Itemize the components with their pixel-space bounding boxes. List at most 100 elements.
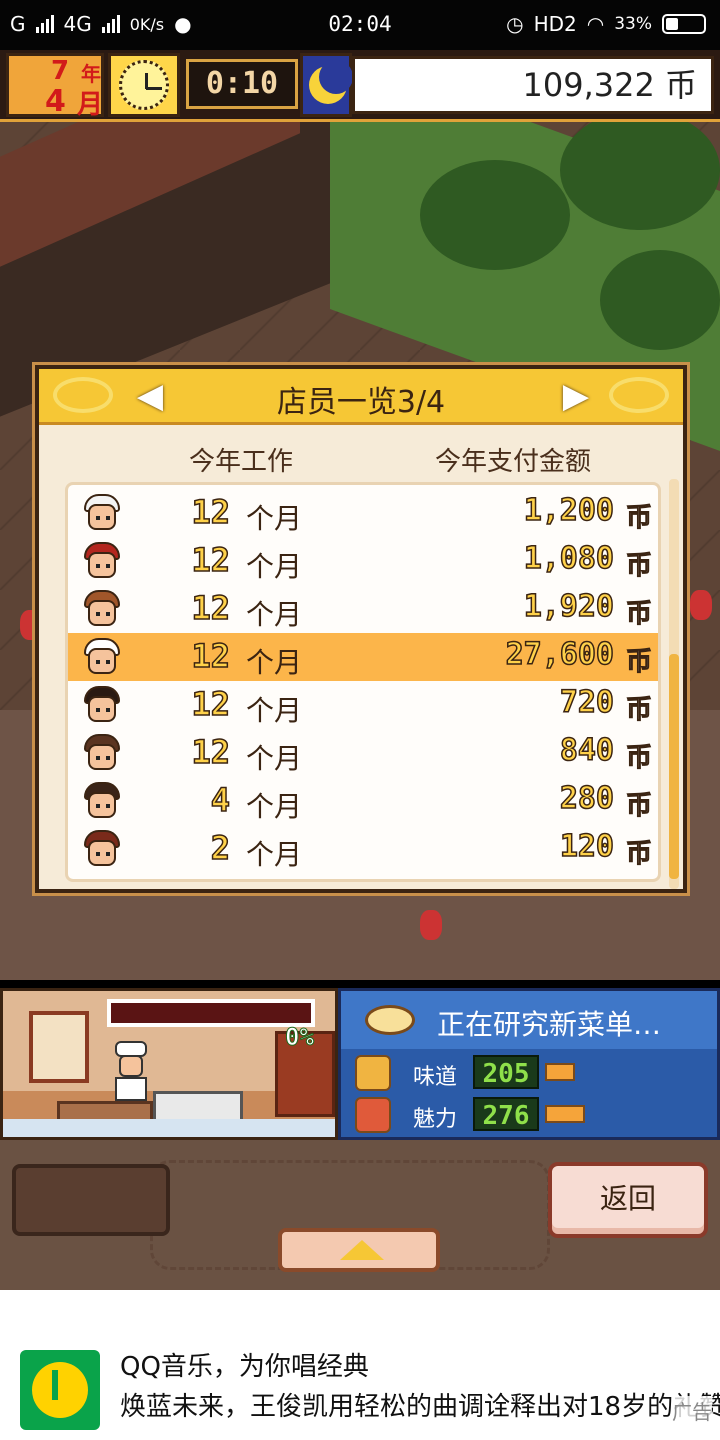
months-unit: 个月 bbox=[246, 694, 303, 727]
ad-title[interactable]: QQ音乐，为你唱经典 bbox=[120, 1346, 369, 1383]
staff-avatar bbox=[82, 732, 122, 774]
pay-amount: 1,080 bbox=[523, 540, 615, 577]
next-page-arrow-icon[interactable]: ▶ bbox=[561, 377, 591, 415]
column-header-pay: 今年支付金额 bbox=[435, 447, 592, 477]
research-panel[interactable]: 正在研究新菜单… 味道 205 魅力 276 bbox=[338, 988, 720, 1140]
status-bar: G 4G 0K/s ● 02:04 ◷ HD2 ◠ 33% bbox=[0, 0, 720, 50]
clock-icon[interactable] bbox=[108, 53, 180, 117]
research-title: 正在研究新菜单… bbox=[437, 1008, 662, 1041]
qq-music-logo-icon[interactable] bbox=[20, 1350, 100, 1430]
kitchen-view[interactable]: 0% bbox=[0, 988, 338, 1140]
arrow-up-icon bbox=[340, 1240, 384, 1260]
pay-amount: 120 bbox=[559, 828, 615, 865]
taste-stat: 味道 205 bbox=[349, 1053, 717, 1095]
research-progress-bar bbox=[107, 999, 315, 1027]
battery-percent: 33% bbox=[614, 14, 652, 34]
currency-unit: 币 bbox=[625, 743, 652, 774]
work-months: 12 bbox=[191, 684, 231, 724]
staff-row[interactable]: 12 个月 1,200 币 bbox=[68, 489, 658, 537]
charm-label: 魅力 bbox=[413, 1107, 458, 1132]
month-number: 4 bbox=[45, 84, 66, 119]
work-months: 12 bbox=[191, 636, 231, 676]
currency-unit: 币 bbox=[625, 647, 652, 678]
charm-stat: 魅力 276 bbox=[349, 1095, 717, 1137]
expand-up-button[interactable] bbox=[278, 1228, 440, 1272]
work-months: 2 bbox=[210, 828, 231, 868]
months-unit: 个月 bbox=[246, 742, 303, 775]
tree-icon bbox=[420, 160, 570, 270]
pay-amount: 1,920 bbox=[523, 588, 615, 625]
month-unit: 月 bbox=[77, 90, 104, 120]
ad-banner[interactable]: QQ音乐，为你唱经典 焕蓝未来，王俊凯用轻松的曲调诠释出对18岁的礼赞 广告 bbox=[0, 1290, 720, 1440]
charm-icon bbox=[355, 1097, 391, 1133]
lattice-window-icon bbox=[29, 1011, 89, 1083]
scrollbar[interactable] bbox=[669, 479, 679, 889]
lantern-icon bbox=[690, 590, 712, 620]
battery-icon bbox=[662, 14, 706, 34]
staff-list-dialog: 店员一览3/4 ◀ ▶ 今年工作 今年支付金额 12 个月 1,200 币 12 个月 1,… bbox=[35, 365, 687, 893]
taste-icon bbox=[355, 1055, 391, 1091]
alarm-icon: ◷ bbox=[506, 12, 524, 36]
staff-avatar bbox=[82, 540, 122, 582]
taste-label: 味道 bbox=[413, 1065, 458, 1090]
chef-icon bbox=[111, 1041, 151, 1101]
money-display: 109,322 币 bbox=[352, 56, 714, 114]
staff-row[interactable]: 2 个月 120 币 bbox=[68, 825, 658, 873]
research-header: 正在研究新菜单… bbox=[341, 991, 717, 1049]
ad-description[interactable]: 焕蓝未来，王俊凯用轻松的曲调诠释出对18岁的礼赞 bbox=[120, 1386, 720, 1423]
currency-unit: 币 bbox=[625, 551, 652, 582]
taste-value: 205 bbox=[473, 1055, 539, 1089]
months-unit: 个月 bbox=[246, 502, 303, 535]
prev-page-arrow-icon[interactable]: ◀ bbox=[135, 377, 165, 415]
ad-tag: 广告 bbox=[672, 1396, 712, 1425]
currency-unit: 币 bbox=[625, 695, 652, 726]
work-months: 12 bbox=[191, 540, 231, 580]
game-timer: 0:10 bbox=[186, 59, 298, 109]
pay-amount: 27,600 bbox=[505, 636, 615, 673]
staff-list: 12 个月 1,200 币 12 个月 1,080 币 12 个月 1,920 币 12 个月 27,600… bbox=[65, 482, 661, 882]
staff-row[interactable]: 12 个月 1,080 币 bbox=[68, 537, 658, 585]
moon-icon bbox=[300, 53, 353, 117]
dialog-header: 店员一览3/4 ◀ ▶ bbox=[39, 369, 683, 425]
tree-icon bbox=[560, 110, 720, 230]
currency-unit: 币 bbox=[625, 791, 652, 822]
work-months: 4 bbox=[210, 780, 231, 820]
tree-icon bbox=[600, 250, 720, 350]
staff-avatar bbox=[82, 588, 122, 630]
staff-avatar bbox=[82, 636, 122, 678]
staff-avatar bbox=[82, 492, 122, 534]
dish-plate-icon bbox=[365, 1005, 415, 1035]
hd-label: HD2 bbox=[533, 12, 577, 36]
staff-avatar bbox=[82, 828, 122, 870]
column-header-work: 今年工作 bbox=[189, 447, 294, 477]
currency-unit: 币 bbox=[625, 599, 652, 630]
work-months: 12 bbox=[191, 732, 231, 772]
charm-value: 276 bbox=[473, 1097, 539, 1131]
staff-row[interactable]: 12 个月 1,920 币 bbox=[68, 585, 658, 633]
work-months: 12 bbox=[191, 588, 231, 628]
staff-row[interactable]: 12 个月 27,600 币 bbox=[68, 633, 658, 681]
year-number: 7 bbox=[51, 56, 70, 86]
months-unit: 个月 bbox=[246, 598, 303, 631]
empty-slot[interactable] bbox=[12, 1164, 170, 1236]
staff-row[interactable]: 12 个月 840 币 bbox=[68, 729, 658, 777]
pay-amount: 720 bbox=[559, 684, 615, 721]
research-progress-percent: 0% bbox=[285, 1023, 315, 1052]
pay-amount: 1,200 bbox=[523, 492, 615, 529]
staff-row[interactable]: 12 个月 720 币 bbox=[68, 681, 658, 729]
bottom-controls: 返回 bbox=[0, 1140, 720, 1290]
staff-avatar bbox=[82, 684, 122, 726]
staff-avatar bbox=[82, 780, 122, 822]
back-button[interactable]: 返回 bbox=[548, 1162, 708, 1238]
pay-amount: 280 bbox=[559, 780, 615, 817]
kitchen-floor bbox=[3, 1119, 335, 1137]
currency-unit: 币 bbox=[625, 839, 652, 870]
months-unit: 个月 bbox=[246, 646, 303, 679]
lantern-icon bbox=[420, 910, 442, 940]
staff-row[interactable]: 4 个月 280 币 bbox=[68, 777, 658, 825]
months-unit: 个月 bbox=[246, 550, 303, 583]
months-unit: 个月 bbox=[246, 838, 303, 871]
wifi-icon: ◠ bbox=[586, 12, 605, 36]
scrollbar-thumb[interactable] bbox=[669, 654, 679, 879]
currency-unit: 币 bbox=[625, 503, 652, 534]
